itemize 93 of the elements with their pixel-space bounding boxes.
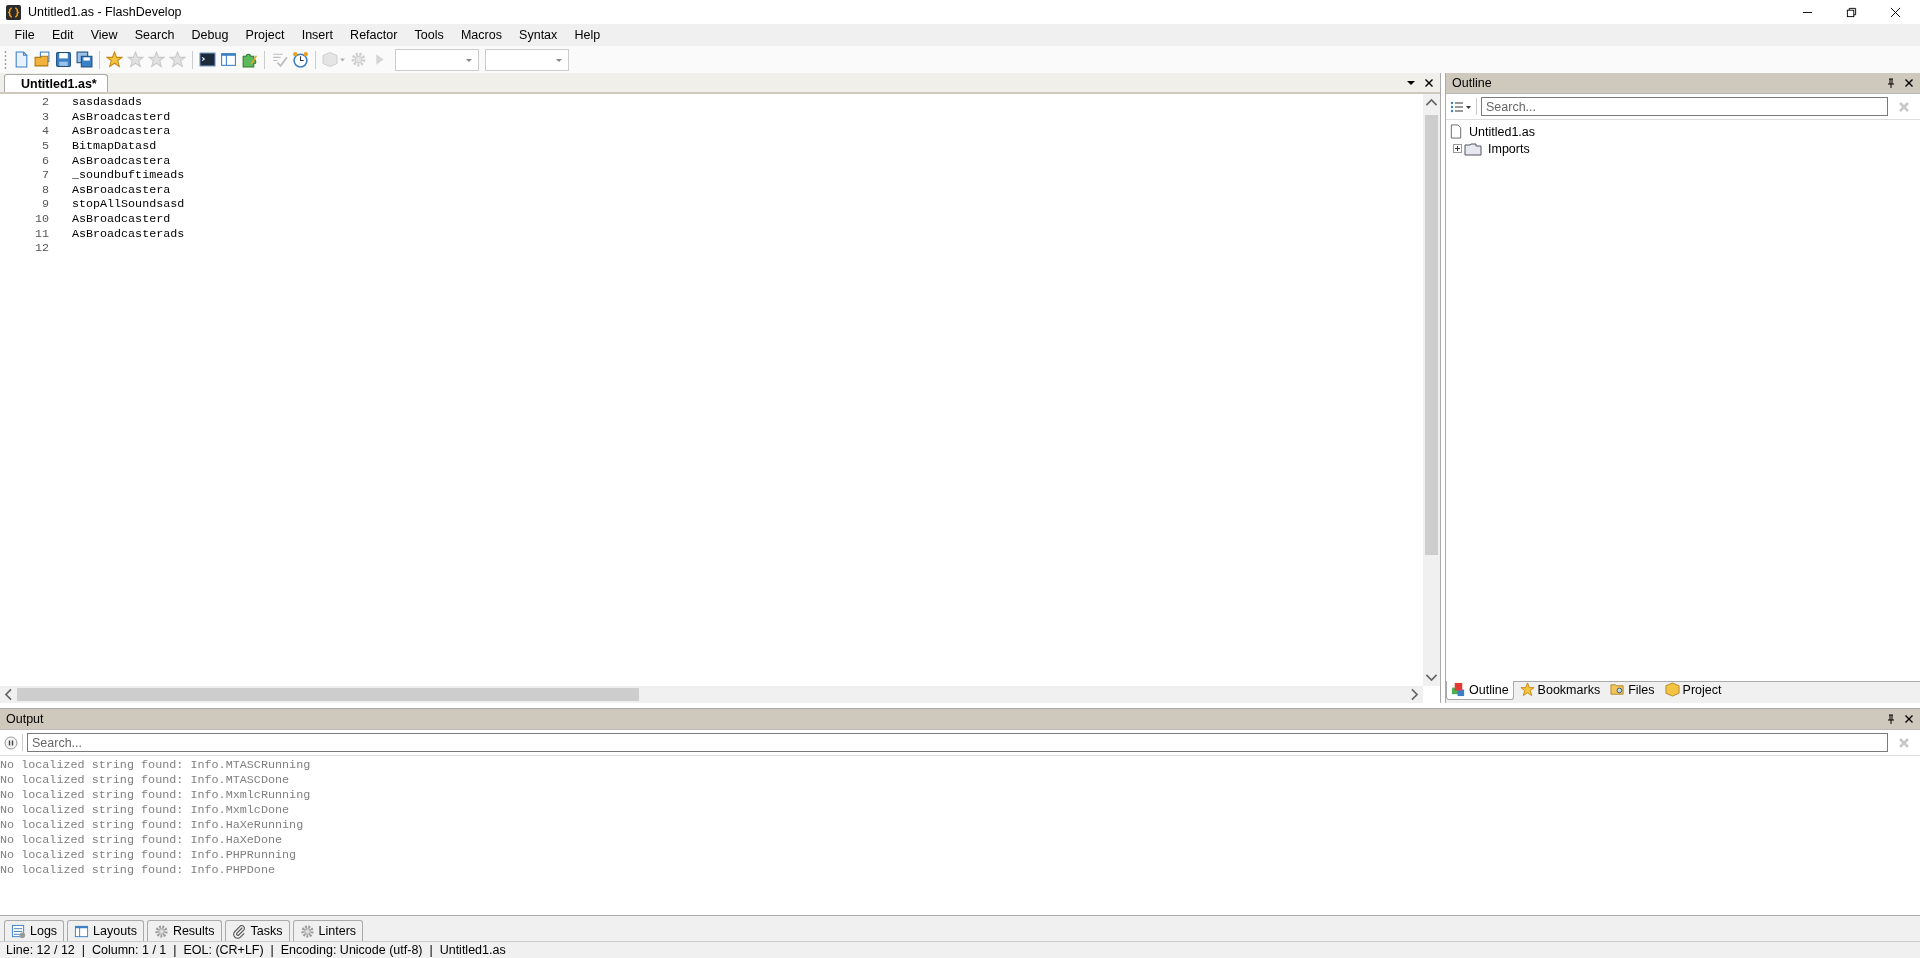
list-view-icon[interactable] [1450,99,1472,114]
search-field[interactable]: Search... [27,733,1888,752]
toolbar-grip-icon[interactable] [4,49,7,70]
star-icon[interactable] [106,51,123,68]
line-number: 8 [0,182,49,197]
menu-item[interactable]: Debug [182,28,237,42]
close-icon[interactable] [1904,714,1914,724]
panel-tab[interactable]: Project [1660,681,1726,699]
terminal-icon[interactable] [199,51,216,68]
menu-item[interactable]: View [82,28,127,42]
close-icon[interactable] [1890,6,1901,18]
panel-layout-icon[interactable] [220,51,237,68]
menu-item[interactable]: Insert [293,28,342,42]
code-line: AsBroadcasterd [72,212,171,227]
menu-item[interactable]: Search [126,28,183,42]
code-line: sasdasdads [72,95,143,110]
restore-icon[interactable] [1846,6,1857,18]
pause-icon[interactable] [4,735,18,750]
log-line: No localized string found: Info.MTASCDone [0,773,291,788]
close-icon[interactable] [1424,77,1434,88]
log-line: No localized string found: Info.PHPRunning [0,848,298,863]
save-all-icon[interactable] [76,51,93,68]
code-line: AsBroadcastera [72,124,171,139]
menu-item[interactable]: Macros [452,28,511,42]
menu-item[interactable]: Project [236,28,294,42]
star-icon [1519,682,1535,697]
line-number: 10 [0,212,49,227]
panel-tab[interactable]: Results [146,920,222,941]
log-line: No localized string found: Info.PHPDone [0,863,276,878]
menu-item[interactable]: Edit [43,28,83,42]
menu-item[interactable]: Syntax [510,28,566,42]
panel-title: Outline [1452,76,1492,90]
save-icon[interactable] [55,51,72,68]
log-line: No localized string found: Info.MxmlcDone [0,803,291,818]
tree-item[interactable]: Imports [1488,141,1530,156]
log-line: No localized string found: Info.HaXeRunning [0,818,305,833]
panel-tab[interactable]: Files [1606,681,1659,699]
line-number: 3 [0,109,49,124]
code-line: _soundbuftimeads [72,168,185,183]
app-logo-icon [6,4,21,20]
pin-icon[interactable] [1886,78,1896,88]
code-line: BitmapDatasd [72,139,157,154]
box-icon [1664,682,1680,697]
log-line: No localized string found: Info.MTASCRunning [0,758,312,773]
code-line: AsBroadcastera [72,153,171,168]
panel-tab[interactable]: Outline [1446,681,1514,700]
line-number: 9 [0,197,49,212]
code-line: stopAllSoundsasd [72,197,185,212]
folder-icon [1464,141,1482,156]
code-line: AsBroadcasterd [72,109,171,124]
panel-tab[interactable]: Logs [4,920,65,941]
menu-item[interactable]: Tools [405,28,453,42]
gear-icon [153,923,169,939]
close-icon[interactable] [1904,78,1914,88]
file-icon [1449,124,1463,139]
panel-layout-icon [74,923,90,939]
log-line: No localized string found: Info.MxmlcRunning [0,788,312,803]
window-title: Untitled1.as - FlashDevelop [28,5,182,19]
tree-item[interactable]: Untitled1.as [1469,124,1535,139]
code-line: AsBroadcasterads [72,226,185,241]
log-line: No localized string found: Info.HaXeDone [0,833,284,848]
line-number: 2 [0,95,49,110]
panel-title: Output [6,712,44,726]
code-line: AsBroadcastera [72,182,171,197]
menu-item[interactable]: Refactor [341,28,406,42]
status-text: Line: 12 / 12 | Column: 1 / 1 | EOL: (CR+LF) | Encoding: Unicode (utf-8) | Untitled1.as [6,943,506,957]
folder-search-icon [1610,682,1626,697]
cubes-icon [1451,682,1466,697]
panel-tab[interactable]: Tasks [224,920,290,941]
line-number: 5 [0,139,49,154]
paperclip-icon [231,923,247,939]
new-file-icon[interactable] [13,51,30,68]
document-tab[interactable]: Untitled1.as* [4,74,108,92]
menu-item[interactable]: File [6,28,44,42]
search-field[interactable]: Search... [1481,97,1888,116]
line-number: 4 [0,124,49,139]
line-number: 11 [0,226,49,241]
line-number: 6 [0,153,49,168]
open-folder-icon[interactable] [34,51,51,68]
gear-icon [299,923,315,939]
menu-item[interactable]: Help [565,28,609,42]
line-number: 12 [0,241,49,256]
expander-icon[interactable] [1453,144,1462,153]
line-number: 7 [0,168,49,183]
panel-tab[interactable]: Linters [292,920,364,941]
alarm-clock-icon[interactable] [292,51,309,68]
puzzle-piece-icon[interactable] [241,51,258,68]
log-list-icon [11,923,26,939]
panel-tab[interactable]: Layouts [67,920,144,941]
horizontal-scrollbar[interactable] [0,686,1423,703]
vertical-scrollbar[interactable] [1423,94,1440,686]
panel-tab[interactable]: Bookmarks [1515,681,1605,699]
pin-icon[interactable] [1886,714,1896,724]
